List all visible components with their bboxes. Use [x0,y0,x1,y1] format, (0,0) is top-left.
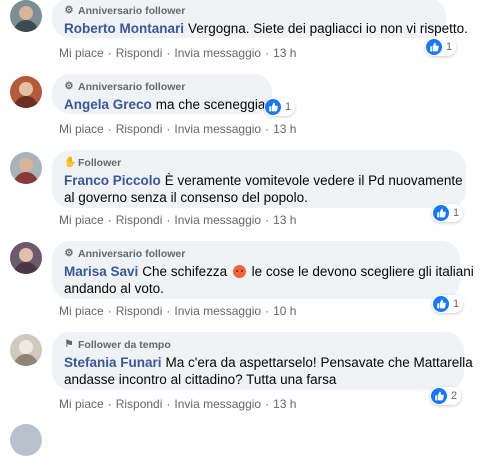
reaction-count: 1 [285,101,292,113]
send-message-link[interactable]: Invia messaggio [174,397,261,411]
badge-label: Anniversario follower [78,5,186,17]
badge-label: Anniversario follower [78,81,186,93]
avatar[interactable] [10,334,42,366]
badge-label: Follower [78,157,122,169]
comment-text-line-2: andasse incontro al cittadino? Tutta una… [64,372,337,387]
like-link[interactable]: Mi piace [59,213,104,227]
wave-icon: ✋ [64,157,77,168]
like-reaction-icon [426,39,442,55]
reaction-summary[interactable]: 1 [432,295,464,313]
avatar[interactable] [10,242,42,274]
reaction-count: 1 [453,207,460,219]
timestamp[interactable]: 13 h [273,397,296,411]
like-reaction-icon [433,296,449,312]
send-message-link[interactable]: Invia messaggio [174,122,261,136]
like-link[interactable]: Mi piace [59,46,104,60]
reaction-count: 2 [451,390,458,402]
reaction-count: 1 [446,41,453,53]
comment-body: Vergogna. Siete dei pagliacci io non vi … [188,21,468,36]
like-reaction-icon [433,205,449,221]
comment-bubble: ⚙ Anniversario follower Angela Greco ma c… [52,74,277,114]
reply-link[interactable]: Rispondi [116,397,163,411]
author-name[interactable]: Franco Piccolo [64,173,161,188]
badge: ⚑ Follower da tempo [64,338,452,352]
author-name[interactable]: Angela Greco [64,97,152,112]
comment-actions: Mi piace · Rispondi · Invia messaggio · 10 … [59,304,297,318]
author-name[interactable]: Marisa Savi [64,264,138,279]
reply-link[interactable]: Rispondi [116,304,163,318]
timestamp[interactable]: 13 h [273,46,296,60]
comment-actions: Mi piace · Rispondi · Invia messaggio · 13 … [59,213,297,227]
badge: ⚙ Anniversario follower [64,247,448,261]
badge-label: Follower da tempo [78,339,171,351]
anniversary-icon: ⚙ [64,5,74,16]
like-link[interactable]: Mi piace [59,304,104,318]
badge: ⚙ Anniversario follower [64,4,434,18]
badge: ⚙ Anniversario follower [64,80,260,94]
like-reaction-icon [431,388,447,404]
comment-actions: Mi piace · Rispondi · Invia messaggio · 13 … [59,46,297,60]
comment-text-line-2: andando al voto. [64,281,164,296]
author-name[interactable]: Roberto Montanari [64,21,184,36]
reply-link[interactable]: Rispondi [116,122,163,136]
avatar[interactable] [10,76,42,108]
comment-bubble: ⚙ Anniversario follower Marisa Savi Che s… [52,241,474,299]
comment-body: ma che sceneggiata [155,97,277,112]
comment-body: Ma c'era da aspettarselo! Pensavate che … [165,355,473,370]
comment-bubble: ⚙ Anniversario follower Roberto Montanar… [52,0,468,38]
reaction-summary[interactable]: 1 [432,204,464,222]
send-message-link[interactable]: Invia messaggio [174,213,261,227]
comment-actions: Mi piace · Rispondi · Invia messaggio · 13 … [59,397,297,411]
comment-text: Angela Greco ma che sceneggiata [64,96,277,113]
reply-link[interactable]: Rispondi [116,213,163,227]
send-message-link[interactable]: Invia messaggio [174,304,261,318]
send-message-link[interactable]: Invia messaggio [174,46,261,60]
badge-label: Anniversario follower [78,248,186,260]
anniversary-icon: ⚙ [64,248,74,259]
flag-icon: ⚑ [64,339,74,350]
comment-bubble: ✋ Follower Franco Piccolo È veramente vom… [52,150,466,208]
avatar[interactable] [10,0,42,32]
timestamp[interactable]: 13 h [273,213,296,227]
reaction-summary[interactable]: 1 [425,38,457,56]
comment-text: Franco Piccolo È veramente vomitevole ved… [64,172,463,189]
angry-face-icon [232,265,246,278]
comment-body-a: Che schifezza [142,264,228,279]
comment-text: Marisa Savi Che schifezza le cose le devo… [64,263,474,280]
reaction-count: 1 [453,298,460,310]
timestamp[interactable]: 10 h [273,304,296,318]
avatar[interactable] [10,152,42,184]
reaction-summary[interactable]: 1 [264,98,296,116]
comment-text: Roberto Montanari Vergogna. Siete dei pag… [64,20,468,37]
like-link[interactable]: Mi piace [59,397,104,411]
anniversary-icon: ⚙ [64,81,74,92]
comment-text-line-2: al governo senza il consenso del popolo. [64,190,308,205]
avatar[interactable] [10,424,42,456]
author-name[interactable]: Stefania Funari [64,355,162,370]
timestamp[interactable]: 13 h [273,122,296,136]
like-reaction-icon [265,99,281,115]
reaction-summary[interactable]: 2 [430,387,462,405]
like-link[interactable]: Mi piace [59,122,104,136]
comment-text: Stefania Funari Ma c'era da aspettarselo!… [64,354,473,371]
badge: ✋ Follower [64,156,454,170]
comment-body-b: le cose le devono scegliere gli italiani [251,264,474,279]
reply-link[interactable]: Rispondi [116,46,163,60]
comment-bubble: ⚑ Follower da tempo Stefania Funari Ma c'… [52,332,473,390]
comment-actions: Mi piace · Rispondi · Invia messaggio · 13 … [59,122,297,136]
comment-body: È veramente vomitevole vedere il Pd nuov… [164,173,463,188]
